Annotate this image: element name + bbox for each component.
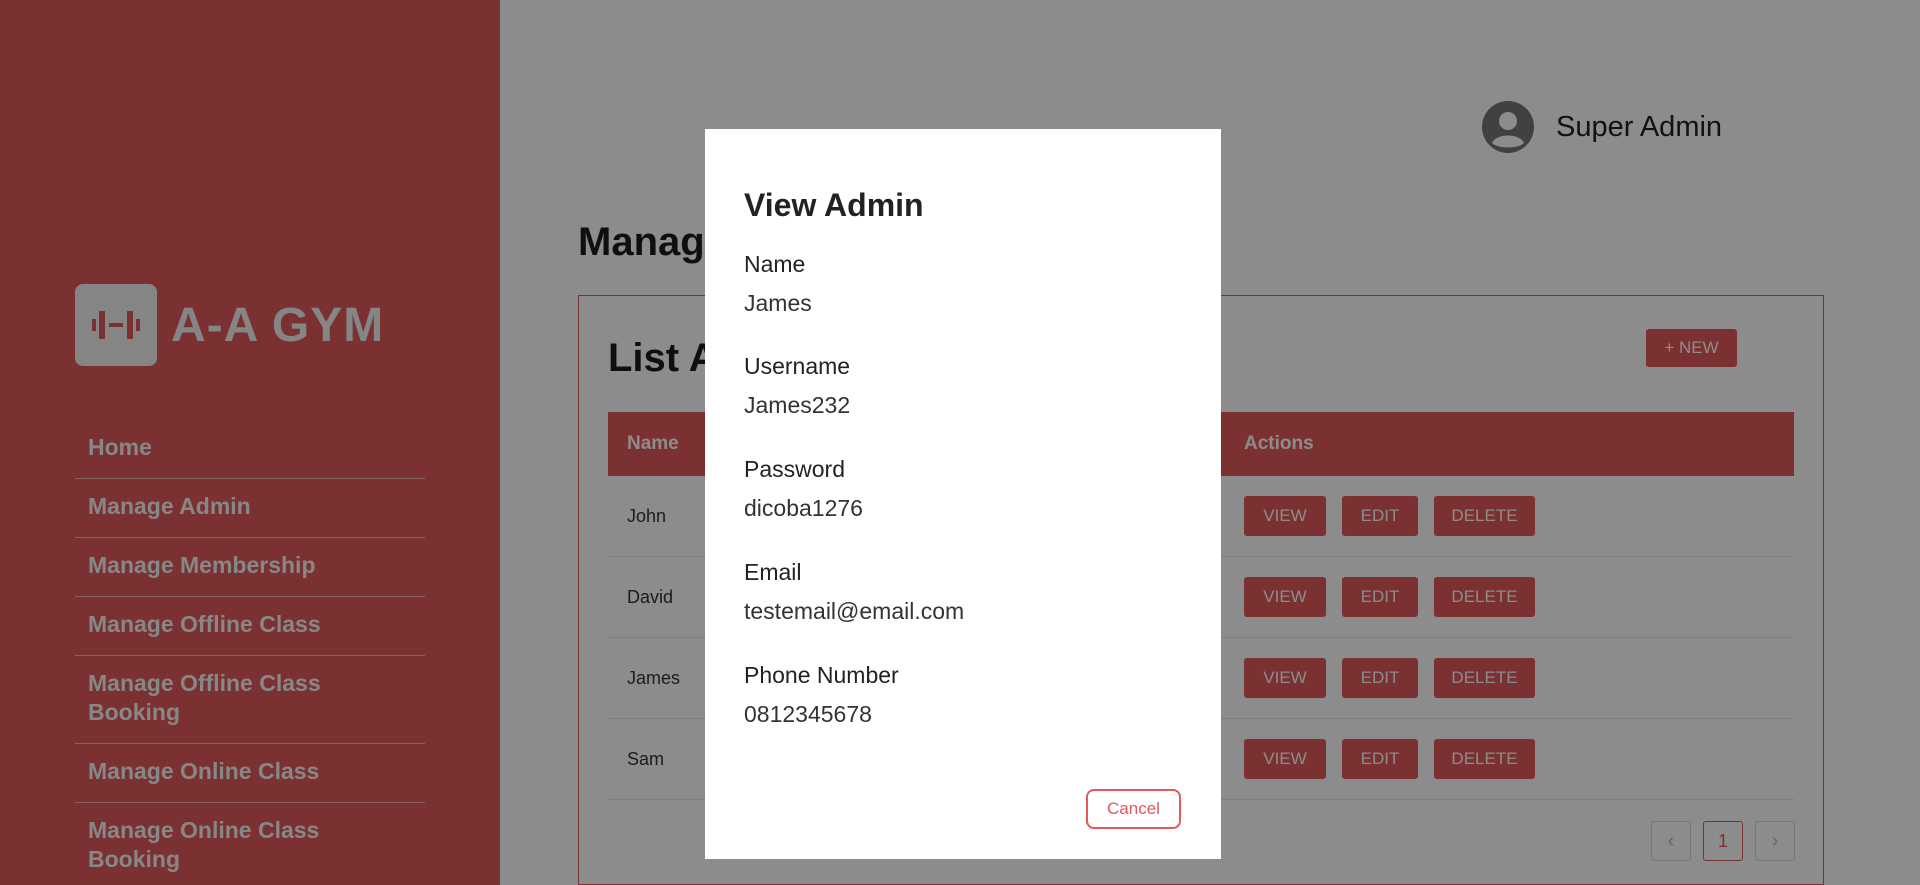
dialog-title: View Admin — [744, 187, 924, 223]
field-value: James232 — [744, 392, 851, 418]
field-email: Email testemail@email.com — [744, 557, 964, 626]
field-value: James — [744, 290, 812, 316]
field-label: Username — [744, 353, 851, 379]
field-phone-number: Phone Number 0812345678 — [744, 660, 899, 729]
field-name: Name James — [744, 249, 812, 318]
field-password: Password dicoba1276 — [744, 454, 863, 523]
field-label: Phone Number — [744, 662, 899, 688]
field-label: Name — [744, 251, 806, 277]
field-username: Username James232 — [744, 351, 850, 420]
field-value: 0812345678 — [744, 701, 872, 727]
view-admin-dialog: View Admin Name James Username James232 … — [705, 129, 1221, 859]
field-value: dicoba1276 — [744, 495, 863, 521]
field-value: testemail@email.com — [744, 598, 965, 624]
cancel-button[interactable]: Cancel — [1086, 789, 1181, 829]
field-label: Password — [744, 456, 845, 482]
field-label: Email — [744, 559, 802, 585]
